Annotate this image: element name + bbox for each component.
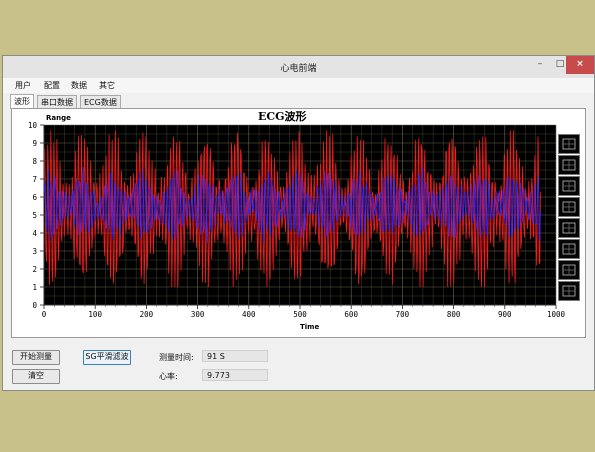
- window-title: 心电前端: [280, 64, 317, 74]
- y-tick-label: 5: [32, 211, 37, 220]
- zoom-icon[interactable]: [558, 155, 580, 175]
- drag-icon[interactable]: [558, 197, 580, 217]
- y-tick-label: 7: [32, 175, 37, 184]
- measure-time-label: 测量时间:: [159, 353, 194, 362]
- heart-rate-field: 9.773: [202, 369, 268, 381]
- y-tick-label: 2: [32, 265, 37, 274]
- app-window: 心电前端 – □ × 用户 配置 数据 其它 波形 串口数据 ECG数据 0 10…: [2, 55, 595, 391]
- y-tick-label: 6: [32, 193, 37, 202]
- title-bar[interactable]: 心电前端 – □ ×: [3, 56, 594, 78]
- x-tick-label: 500: [293, 310, 307, 319]
- cursor-icon[interactable]: [558, 260, 580, 280]
- menu-other[interactable]: 其它: [99, 80, 115, 91]
- print-icon[interactable]: [558, 239, 580, 259]
- y-tick-label: 8: [32, 157, 37, 166]
- x-axis-label: Time: [300, 323, 319, 331]
- tab-serial-data[interactable]: 串口数据: [37, 95, 77, 109]
- x-tick-label: 700: [396, 310, 410, 319]
- menu-data[interactable]: 数据: [71, 80, 87, 91]
- y-tick-label: 10: [28, 121, 38, 130]
- y-ticks: 0 1 2 3 4 5 6 7 8 9 10: [28, 121, 44, 310]
- y-tick-label: 4: [32, 229, 37, 238]
- sg-filter-button[interactable]: SG平滑滤波: [83, 350, 131, 365]
- measure-time-field: 91 S: [202, 350, 268, 362]
- menu-bar: 用户 配置 数据 其它: [3, 78, 594, 93]
- y-tick-label: 9: [32, 139, 37, 148]
- auto-icon[interactable]: [558, 176, 580, 196]
- close-button[interactable]: ×: [566, 56, 594, 74]
- x-tick-label: 400: [242, 310, 256, 319]
- grid-toggle-icon[interactable]: [558, 134, 580, 154]
- start-measure-button[interactable]: 开始测量: [12, 350, 60, 365]
- x-tick-label: 200: [140, 310, 154, 319]
- minimize-button[interactable]: –: [530, 56, 550, 74]
- clear-button[interactable]: 清空: [12, 369, 60, 384]
- heart-rate-label: 心率:: [159, 372, 178, 381]
- y-tick-label: 1: [32, 283, 37, 292]
- y-tick-label: 0: [32, 301, 37, 310]
- ecg-chart[interactable]: 0 100 200 300 400 500 600 700 800 900 1000 0 1 2 3 4 5 6…: [13, 111, 575, 333]
- x-tick-label: 100: [88, 310, 102, 319]
- chart-title: ECG波形: [258, 111, 307, 123]
- tab-ecg-data[interactable]: ECG数据: [80, 95, 121, 109]
- x-tick-label: 0: [42, 310, 47, 319]
- x-tick-label: 600: [344, 310, 358, 319]
- x-tick-label: 300: [191, 310, 205, 319]
- y-tick-label: 3: [32, 247, 37, 256]
- tab-waveform[interactable]: 波形: [10, 94, 34, 109]
- menu-config[interactable]: 配置: [44, 80, 60, 91]
- x-ticks: 0 100 200 300 400 500 600 700 800 900 1000: [42, 305, 566, 319]
- y-axis-label: Range: [46, 114, 71, 122]
- frame-icon[interactable]: [558, 281, 580, 301]
- menu-user[interactable]: 用户: [15, 80, 31, 91]
- x-tick-label: 900: [498, 310, 512, 319]
- x-tick-label: 800: [447, 310, 461, 319]
- save-icon[interactable]: [558, 218, 580, 238]
- x-tick-label: 1000: [547, 310, 566, 319]
